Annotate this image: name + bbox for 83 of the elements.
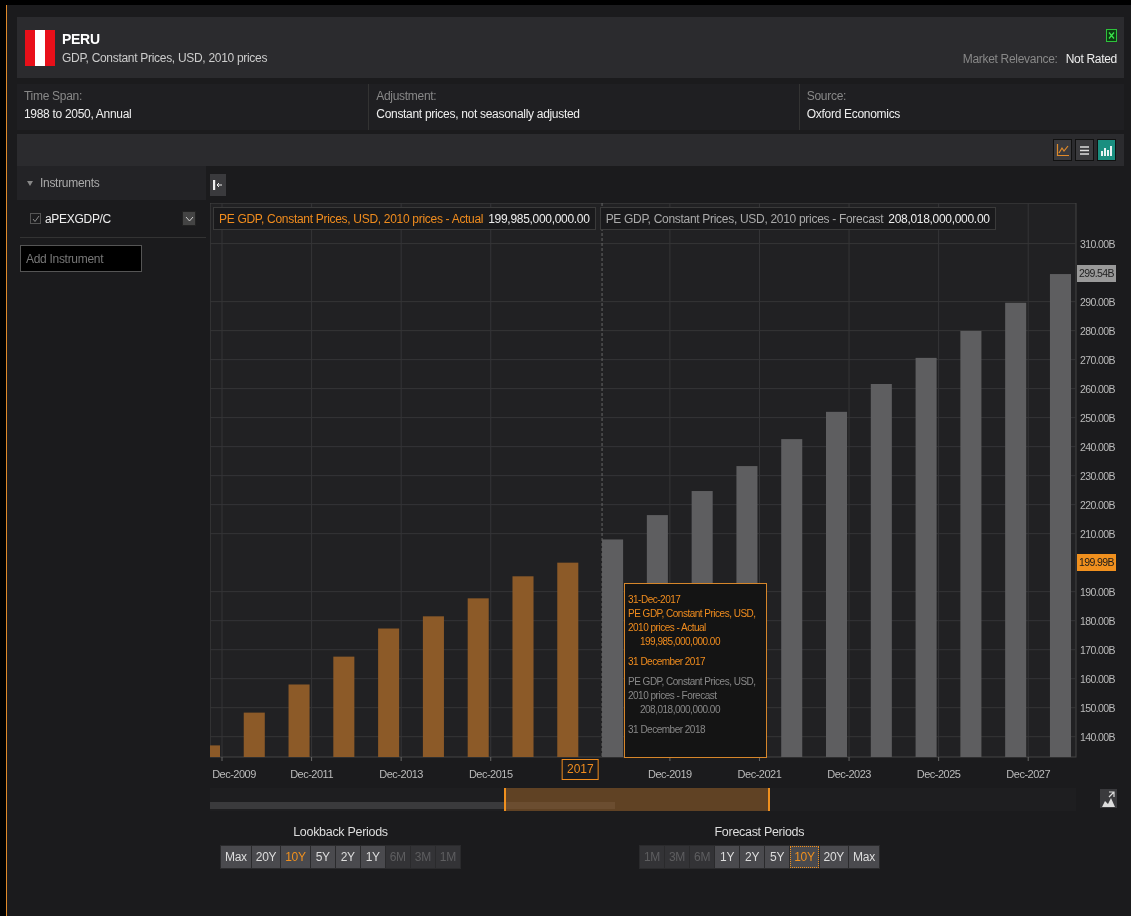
axis-label: 220.00B	[1080, 498, 1115, 511]
relevance-value: Not Rated	[1065, 52, 1117, 66]
line-chart-icon	[1056, 143, 1069, 157]
period-button[interactable]: Max	[849, 846, 879, 868]
collapse-panel-button[interactable]	[210, 173, 226, 196]
legend-value: 199,985,000,000.00	[488, 211, 590, 226]
sidebar-title: Instruments	[40, 176, 100, 190]
field-label: Source:	[806, 89, 848, 103]
collapse-left-icon	[213, 179, 223, 190]
instrument-code: aPEXGDP/C	[45, 211, 112, 226]
period-button[interactable]: 1Y	[360, 846, 385, 868]
axis-label: Dec-2009	[212, 768, 256, 780]
bar-chart-view-button[interactable]	[1097, 139, 1116, 161]
axis-label: 170.00B	[1080, 643, 1115, 656]
list-view-button[interactable]	[1075, 139, 1094, 161]
tooltip-date: 31-Dec-2017	[628, 593, 682, 607]
dropdown-button[interactable]	[182, 211, 196, 226]
axis-label: Dec-2023	[827, 768, 871, 780]
period-button[interactable]: 20Y	[251, 846, 281, 868]
period-button[interactable]: 5Y	[765, 846, 790, 868]
value-badge: 199.99B	[1077, 553, 1116, 571]
period-button[interactable]: 10Y	[281, 846, 310, 868]
sidebar-header[interactable]: Instruments	[17, 166, 206, 200]
axis-label: Dec-2019	[648, 768, 692, 780]
period-button[interactable]: 2Y	[335, 846, 360, 868]
tooltip-value: 208,018,000,000.00	[639, 703, 721, 717]
legend-value: 208,018,000,000.00	[888, 211, 990, 226]
country-title: PERU	[62, 30, 101, 47]
field-label: Time Span:	[24, 89, 83, 103]
field-value: Constant prices, not seasonally adjusted	[376, 107, 581, 121]
bar-chart-icon	[1100, 143, 1113, 157]
spreadsheet-export-icon[interactable]	[1106, 29, 1117, 42]
chart-bar	[210, 745, 220, 757]
period-button[interactable]: 10Y	[790, 846, 819, 868]
period-group-title: Forecast Periods	[714, 825, 805, 839]
axis-label: 210.00B	[1080, 527, 1115, 540]
axis-label: Dec-2011	[290, 768, 333, 780]
relevance-label: Market Relevance:	[962, 52, 1058, 66]
crosshair-date-label: 2017	[561, 759, 599, 780]
axis-label: Dec-2021	[737, 768, 782, 780]
series-subtitle: GDP, Constant Prices, USD, 2010 prices	[62, 50, 269, 65]
tooltip-date: 31 December 2018	[628, 723, 707, 737]
list-icon	[1078, 143, 1091, 157]
add-instrument-field[interactable]: Add Instrument	[20, 245, 142, 272]
tooltip-series: PE GDP, Constant Prices, USD, 2010 prices - Forecast	[628, 675, 757, 703]
axis-label: Dec-2027	[1006, 768, 1051, 780]
value-badge: 299.54B	[1077, 264, 1116, 282]
period-button[interactable]: 2Y	[740, 846, 765, 868]
tooltip-series: PE GDP, Constant Prices, USD, 2010 prices - Actual	[628, 607, 757, 635]
period-button[interactable]: 20Y	[819, 846, 849, 868]
axis-label: Dec-2025	[916, 768, 961, 780]
chevron-down-icon	[184, 215, 194, 222]
legend-label: PE GDP, Constant Prices, USD, 2010 prices - Forecast	[605, 211, 884, 226]
axis-label: 270.00B	[1080, 353, 1115, 366]
checkbox[interactable]	[30, 213, 41, 224]
axis-label: 180.00B	[1080, 614, 1115, 627]
axis-label: 140.00B	[1080, 730, 1115, 743]
period-button[interactable]: Max	[221, 846, 251, 868]
tooltip-date: 31 December 2017	[628, 655, 707, 669]
field-value: 1988 to 2050, Annual	[24, 107, 133, 121]
axis-label: 280.00B	[1080, 324, 1115, 337]
chart-export-icon[interactable]	[1100, 789, 1117, 808]
field-value: Oxford Economics	[806, 107, 902, 121]
legend-label: PE GDP, Constant Prices, USD, 2010 prices - Actual	[219, 211, 484, 226]
period-button[interactable]: 5Y	[310, 846, 335, 868]
collapse-triangle-icon[interactable]	[27, 180, 33, 186]
flag-icon	[25, 29, 55, 66]
period-button[interactable]: 1Y	[715, 846, 740, 868]
axis-label: 240.00B	[1080, 440, 1115, 453]
axis-label: 260.00B	[1080, 382, 1115, 395]
axis-label: 230.00B	[1080, 469, 1115, 482]
period-group-title: Lookback Periods	[293, 825, 388, 839]
axis-label: Dec-2015	[468, 768, 513, 780]
axis-label: 290.00B	[1080, 295, 1115, 308]
axis-label: 160.00B	[1080, 672, 1115, 685]
axis-label: 250.00B	[1080, 411, 1115, 424]
axis-label: Dec-2013	[379, 768, 423, 780]
line-chart-view-button[interactable]	[1053, 139, 1072, 161]
axis-label: 150.00B	[1080, 701, 1115, 714]
field-label: Adjustment:	[376, 89, 438, 103]
axis-label: 190.00B	[1080, 585, 1115, 598]
axis-label: 310.00B	[1080, 237, 1115, 250]
tooltip-value: 199,985,000,000.00	[639, 635, 721, 649]
